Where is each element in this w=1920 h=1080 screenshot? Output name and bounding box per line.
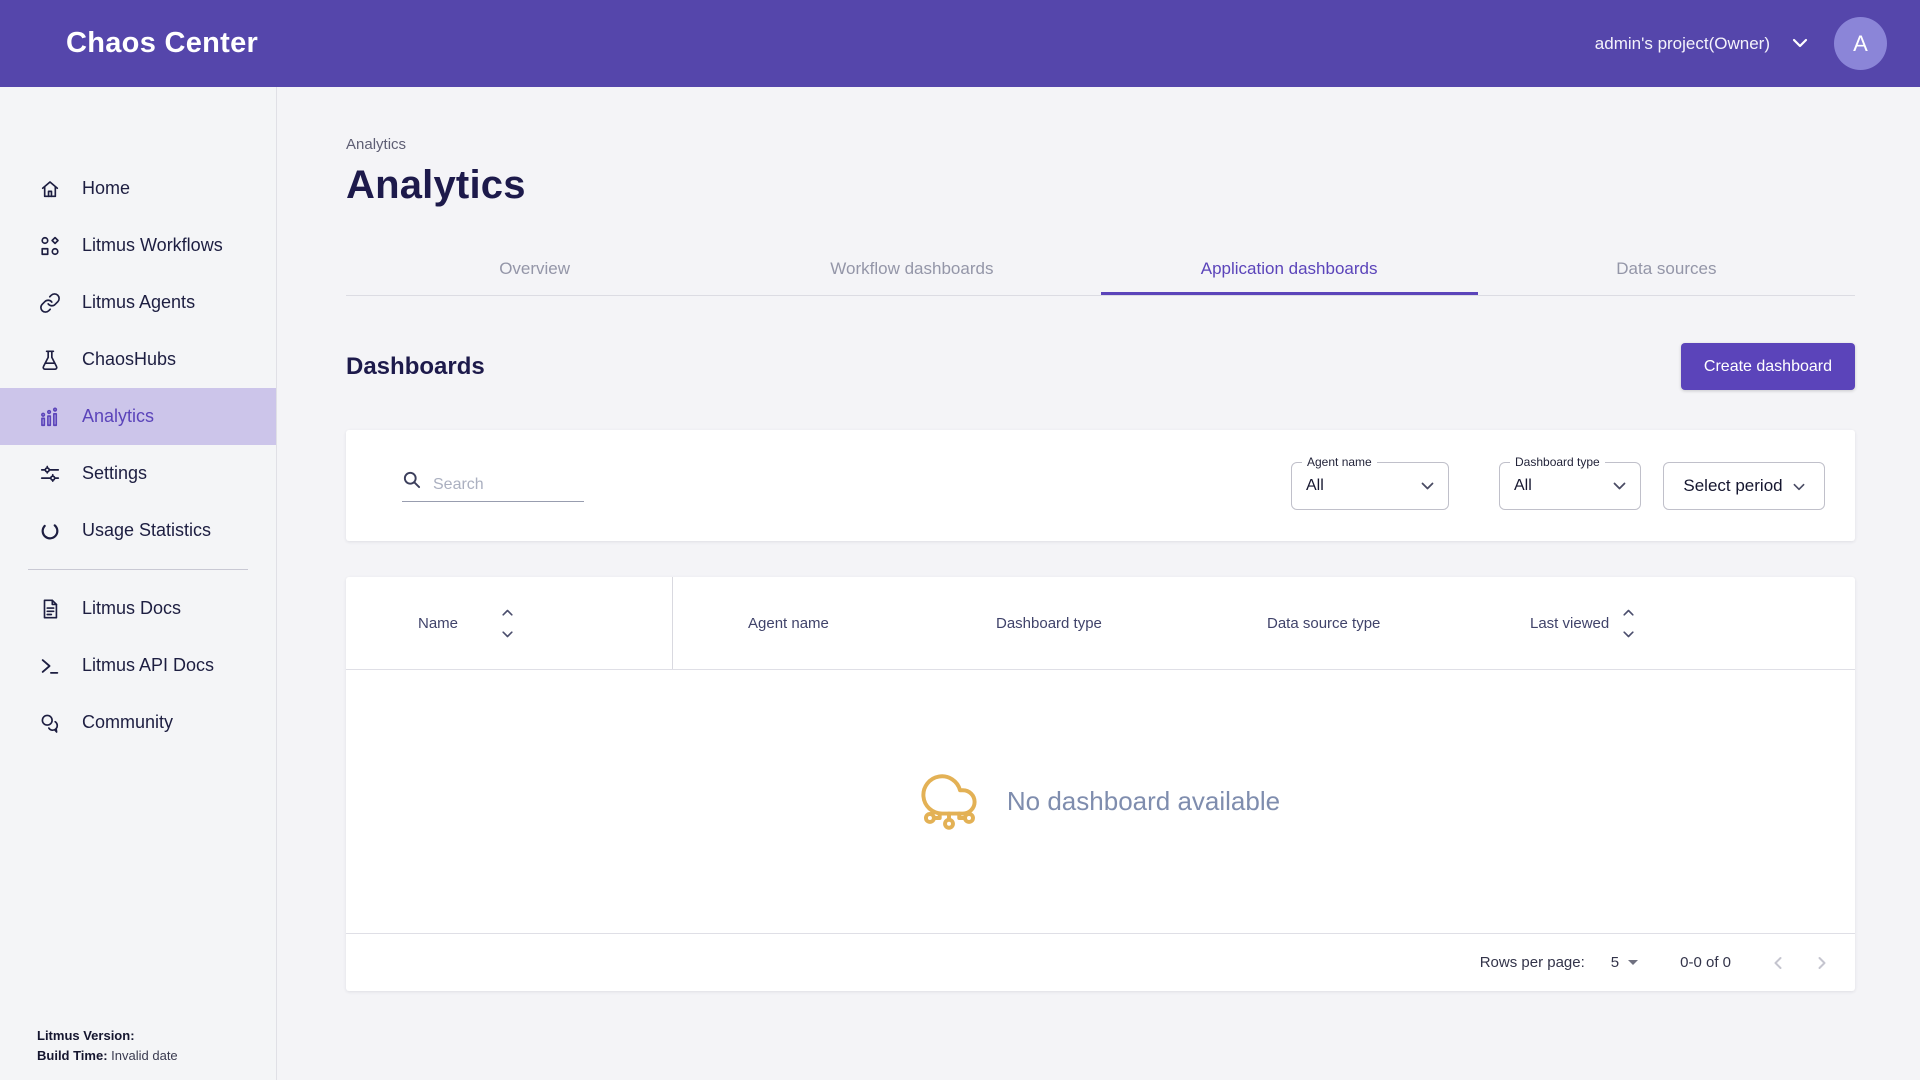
rows-per-page-select[interactable]: 5 bbox=[1611, 954, 1638, 971]
agent-name-select-value: All bbox=[1306, 477, 1324, 495]
chevron-down-icon bbox=[1613, 477, 1626, 495]
sidebar-item-label: Analytics bbox=[82, 406, 154, 427]
tab-application-dashboards[interactable]: Application dashboards bbox=[1101, 246, 1478, 295]
sidebar-divider bbox=[28, 569, 248, 570]
dashboards-table: Name Agent name Dashboard type Data sour… bbox=[346, 577, 1855, 991]
sidebar-item-label: ChaosHubs bbox=[82, 349, 176, 370]
project-selector[interactable]: admin's project(Owner) bbox=[1595, 34, 1808, 54]
sidebar-item-label: Litmus Docs bbox=[82, 598, 181, 619]
sidebar-item-usage-statistics[interactable]: Usage Statistics bbox=[0, 502, 276, 559]
tab-overview[interactable]: Overview bbox=[346, 246, 723, 295]
dashboards-heading: Dashboards bbox=[346, 353, 485, 381]
search-icon bbox=[402, 470, 421, 494]
rows-per-page-label: Rows per page: bbox=[1480, 954, 1585, 971]
agents-icon bbox=[38, 291, 62, 315]
chevron-down-icon bbox=[1421, 477, 1434, 495]
sidebar-item-settings[interactable]: Settings bbox=[0, 445, 276, 502]
sidebar-item-litmus-api-docs[interactable]: Litmus API Docs bbox=[0, 637, 276, 694]
next-page-button[interactable] bbox=[1815, 955, 1829, 971]
version-info: Litmus Version: Build Time: Invalid date bbox=[37, 1026, 178, 1066]
sort-descending-icon[interactable] bbox=[502, 631, 513, 638]
sort-control-last-viewed bbox=[1623, 609, 1634, 638]
sidebar-item-community[interactable]: Community bbox=[0, 694, 276, 751]
agent-name-select-label: Agent name bbox=[1302, 455, 1377, 469]
column-header-agent-name: Agent name bbox=[748, 615, 829, 632]
create-dashboard-button[interactable]: Create dashboard bbox=[1681, 343, 1855, 390]
sidebar-item-label: Usage Statistics bbox=[82, 520, 211, 541]
sidebar-item-label: Settings bbox=[82, 463, 147, 484]
analytics-icon bbox=[38, 405, 62, 429]
agent-name-select[interactable]: Agent name All bbox=[1291, 462, 1449, 510]
filter-bar: Agent name All Dashboard type All Select… bbox=[346, 430, 1855, 541]
previous-page-button[interactable] bbox=[1771, 955, 1785, 971]
rows-per-page-value: 5 bbox=[1611, 954, 1619, 971]
column-header-last-viewed: Last viewed bbox=[1530, 615, 1609, 632]
project-name: admin's project(Owner) bbox=[1595, 34, 1770, 54]
main-content: Analytics Analytics Overview Workflow da… bbox=[277, 87, 1920, 1080]
chevron-down-icon bbox=[1793, 476, 1805, 496]
community-icon bbox=[38, 711, 62, 735]
tab-data-sources[interactable]: Data sources bbox=[1478, 246, 1855, 295]
sidebar-item-analytics[interactable]: Analytics bbox=[0, 388, 276, 445]
caret-down-icon bbox=[1628, 960, 1638, 965]
dashboard-type-select-label: Dashboard type bbox=[1510, 455, 1605, 469]
sidebar-item-litmus-agents[interactable]: Litmus Agents bbox=[0, 274, 276, 331]
select-period-label: Select period bbox=[1683, 476, 1782, 496]
api-docs-icon bbox=[38, 654, 62, 678]
sidebar-item-label: Litmus Agents bbox=[82, 292, 195, 313]
sidebar-item-label: Litmus Workflows bbox=[82, 235, 223, 256]
chaoshubs-icon bbox=[38, 348, 62, 372]
breadcrumb[interactable]: Analytics bbox=[346, 136, 1855, 153]
sidebar: Home Litmus Workflows Litmus Agents Chao… bbox=[0, 87, 277, 1080]
pagination-range: 0-0 of 0 bbox=[1680, 954, 1731, 971]
app-title: Chaos Center bbox=[66, 27, 258, 60]
sidebar-item-chaoshubs[interactable]: ChaosHubs bbox=[0, 331, 276, 388]
app-header: Chaos Center admin's project(Owner) A bbox=[0, 0, 1920, 87]
dashboard-type-select-value: All bbox=[1514, 477, 1532, 495]
avatar[interactable]: A bbox=[1834, 17, 1887, 70]
usage-statistics-icon bbox=[38, 519, 62, 543]
chevron-left-icon bbox=[1771, 955, 1785, 971]
tab-workflow-dashboards[interactable]: Workflow dashboards bbox=[723, 246, 1100, 295]
sidebar-item-label: Litmus API Docs bbox=[82, 655, 214, 676]
analytics-tabs: Overview Workflow dashboards Application… bbox=[346, 246, 1855, 296]
cloud-network-icon bbox=[921, 767, 977, 836]
sidebar-item-litmus-docs[interactable]: Litmus Docs bbox=[0, 580, 276, 637]
build-time-value: Invalid date bbox=[111, 1048, 178, 1063]
sort-descending-icon[interactable] bbox=[1623, 631, 1634, 638]
column-header-name: Name bbox=[418, 615, 458, 632]
sort-ascending-icon[interactable] bbox=[1623, 609, 1634, 616]
column-header-dashboard-type: Dashboard type bbox=[996, 615, 1102, 632]
empty-state-message: No dashboard available bbox=[1007, 786, 1280, 817]
workflows-icon bbox=[38, 234, 62, 258]
chevron-down-icon bbox=[1792, 35, 1808, 53]
search-box bbox=[402, 470, 584, 502]
settings-icon bbox=[38, 462, 62, 486]
docs-icon bbox=[38, 597, 62, 621]
litmus-version-label: Litmus Version: bbox=[37, 1028, 135, 1043]
build-time-label: Build Time: bbox=[37, 1048, 108, 1063]
column-header-data-source-type: Data source type bbox=[1267, 615, 1380, 632]
table-header-row: Name Agent name Dashboard type Data sour… bbox=[346, 577, 1855, 670]
empty-state: No dashboard available bbox=[346, 670, 1855, 933]
dashboard-type-select[interactable]: Dashboard type All bbox=[1499, 462, 1641, 510]
sidebar-item-home[interactable]: Home bbox=[0, 160, 276, 217]
sidebar-item-litmus-workflows[interactable]: Litmus Workflows bbox=[0, 217, 276, 274]
search-input[interactable] bbox=[433, 476, 573, 494]
sort-ascending-icon[interactable] bbox=[502, 609, 513, 616]
select-period-button[interactable]: Select period bbox=[1663, 462, 1825, 510]
sort-control-name bbox=[502, 609, 513, 638]
home-icon bbox=[38, 177, 62, 201]
page-title: Analytics bbox=[346, 163, 1855, 208]
pagination-bar: Rows per page: 5 0-0 of 0 bbox=[346, 933, 1855, 991]
sidebar-item-label: Home bbox=[82, 178, 130, 199]
sidebar-item-label: Community bbox=[82, 712, 173, 733]
chevron-right-icon bbox=[1815, 955, 1829, 971]
